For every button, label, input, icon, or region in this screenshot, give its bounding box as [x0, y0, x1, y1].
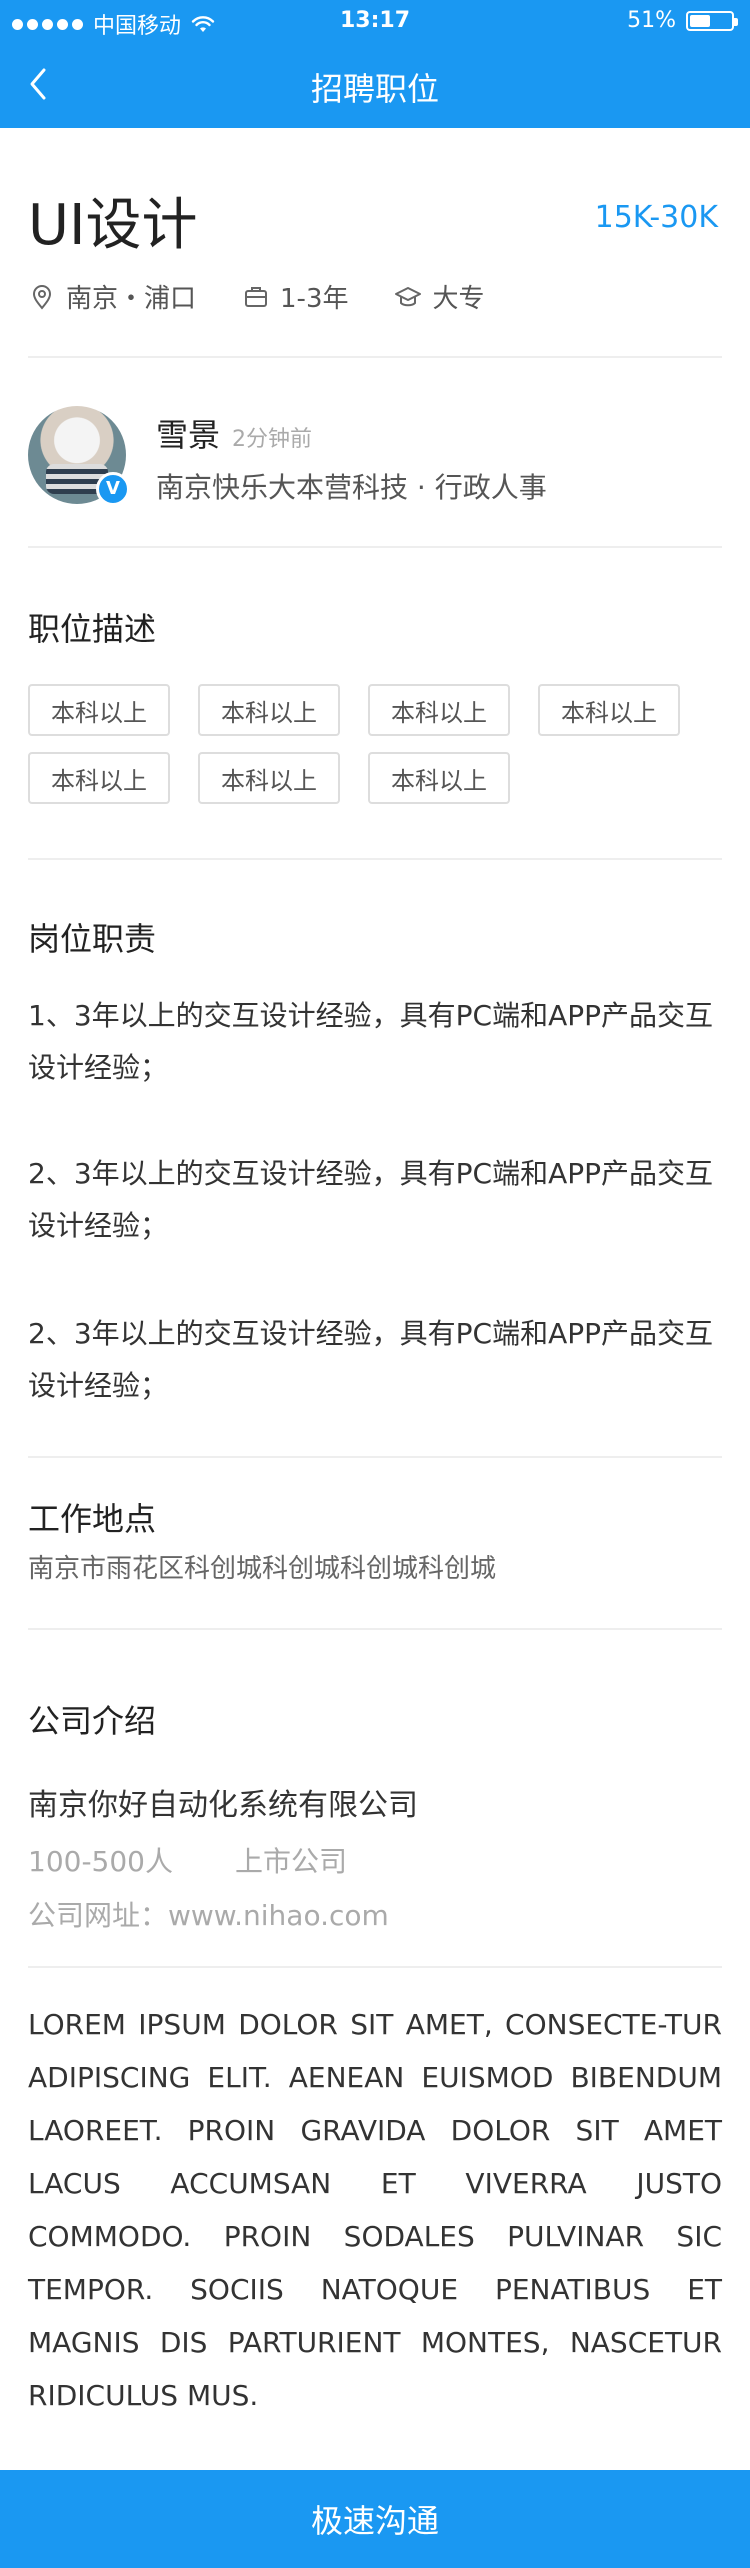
divider	[28, 356, 722, 358]
job-location-text: 南京・浦口	[66, 284, 197, 314]
job-title: UI设计	[28, 193, 198, 258]
graduation-cap-icon	[395, 286, 422, 306]
section-heading-workplace: 工作地点	[28, 1500, 157, 1538]
job-education: 大专	[394, 278, 485, 315]
company-info: 100-500人 上市公司	[28, 1840, 347, 1880]
job-salary: 15K-30K	[594, 200, 718, 235]
company-description: LOREM IPSUM DOLOR SIT AMET, CONSECTE-TUR…	[28, 2008, 722, 2412]
duty-item: 2、3年以上的交互设计经验，具有PC端和APP产品交互设计经验；	[28, 1317, 713, 1402]
company-website[interactable]: 公司网址：www.nihao.com	[28, 1894, 389, 1934]
requirement-tag: 本科以上	[28, 752, 170, 804]
duty-item: 1、3年以上的交互设计经验，具有PC端和APP产品交互设计经验；	[28, 999, 713, 1084]
page-title: 招聘职位	[310, 70, 439, 108]
recruiter-name-row: 雪景 2分钟前	[156, 410, 312, 456]
avatar[interactable]: V	[28, 406, 130, 506]
duty-item: 2、3年以上的交互设计经验，具有PC端和APP产品交互设计经验；	[28, 1157, 713, 1242]
section-heading-duties: 岗位职责	[28, 920, 157, 958]
company-type: 上市公司	[235, 1845, 348, 1878]
requirement-tag: 本科以上	[368, 684, 510, 736]
requirement-tag: 本科以上	[28, 684, 170, 736]
requirement-tag: 本科以上	[368, 752, 510, 804]
divider	[28, 1628, 722, 1630]
divider	[28, 1966, 722, 1968]
company-name[interactable]: 南京你好自动化系统有限公司	[28, 1780, 418, 1824]
divider	[28, 858, 722, 860]
job-experience-text: 1-3年	[280, 284, 349, 314]
quick-chat-button[interactable]: 极速沟通	[0, 2470, 750, 2568]
job-education-text: 大专	[432, 284, 485, 314]
recruiter-posted-time: 2分钟前	[232, 427, 313, 452]
nav-bar: 招聘职位	[0, 42, 750, 128]
recruiter-name: 雪景	[156, 416, 221, 454]
section-heading-company: 公司介绍	[28, 1702, 157, 1740]
location-pin-icon	[32, 284, 52, 310]
status-bar: 中国移动 13:17 51%	[0, 0, 750, 42]
requirement-tag: 本科以上	[538, 684, 680, 736]
verified-badge-icon: V	[96, 472, 130, 506]
requirement-tags: 本科以上 本科以上 本科以上 本科以上 本科以上 本科以上 本科以上	[28, 684, 728, 804]
divider	[28, 546, 722, 548]
job-experience: 1-3年	[242, 278, 348, 315]
briefcase-icon	[245, 286, 268, 307]
battery-icon	[686, 10, 738, 31]
requirement-tag: 本科以上	[198, 752, 340, 804]
work-address[interactable]: 南京市雨花区科创城科创城科创城科创城	[28, 1548, 496, 1585]
section-heading-description: 职位描述	[28, 610, 157, 648]
status-bar-right: 51%	[627, 8, 738, 33]
company-size: 100-500人	[28, 1845, 173, 1878]
job-location: 南京・浦口	[28, 278, 196, 315]
divider	[28, 1456, 722, 1458]
battery-percent: 51%	[627, 8, 676, 33]
recruiter-company-role: 南京快乐大本营科技 · 行政人事	[156, 471, 547, 504]
requirement-tag: 本科以上	[198, 684, 340, 736]
job-meta: 南京・浦口 1-3年 大专	[28, 278, 531, 315]
